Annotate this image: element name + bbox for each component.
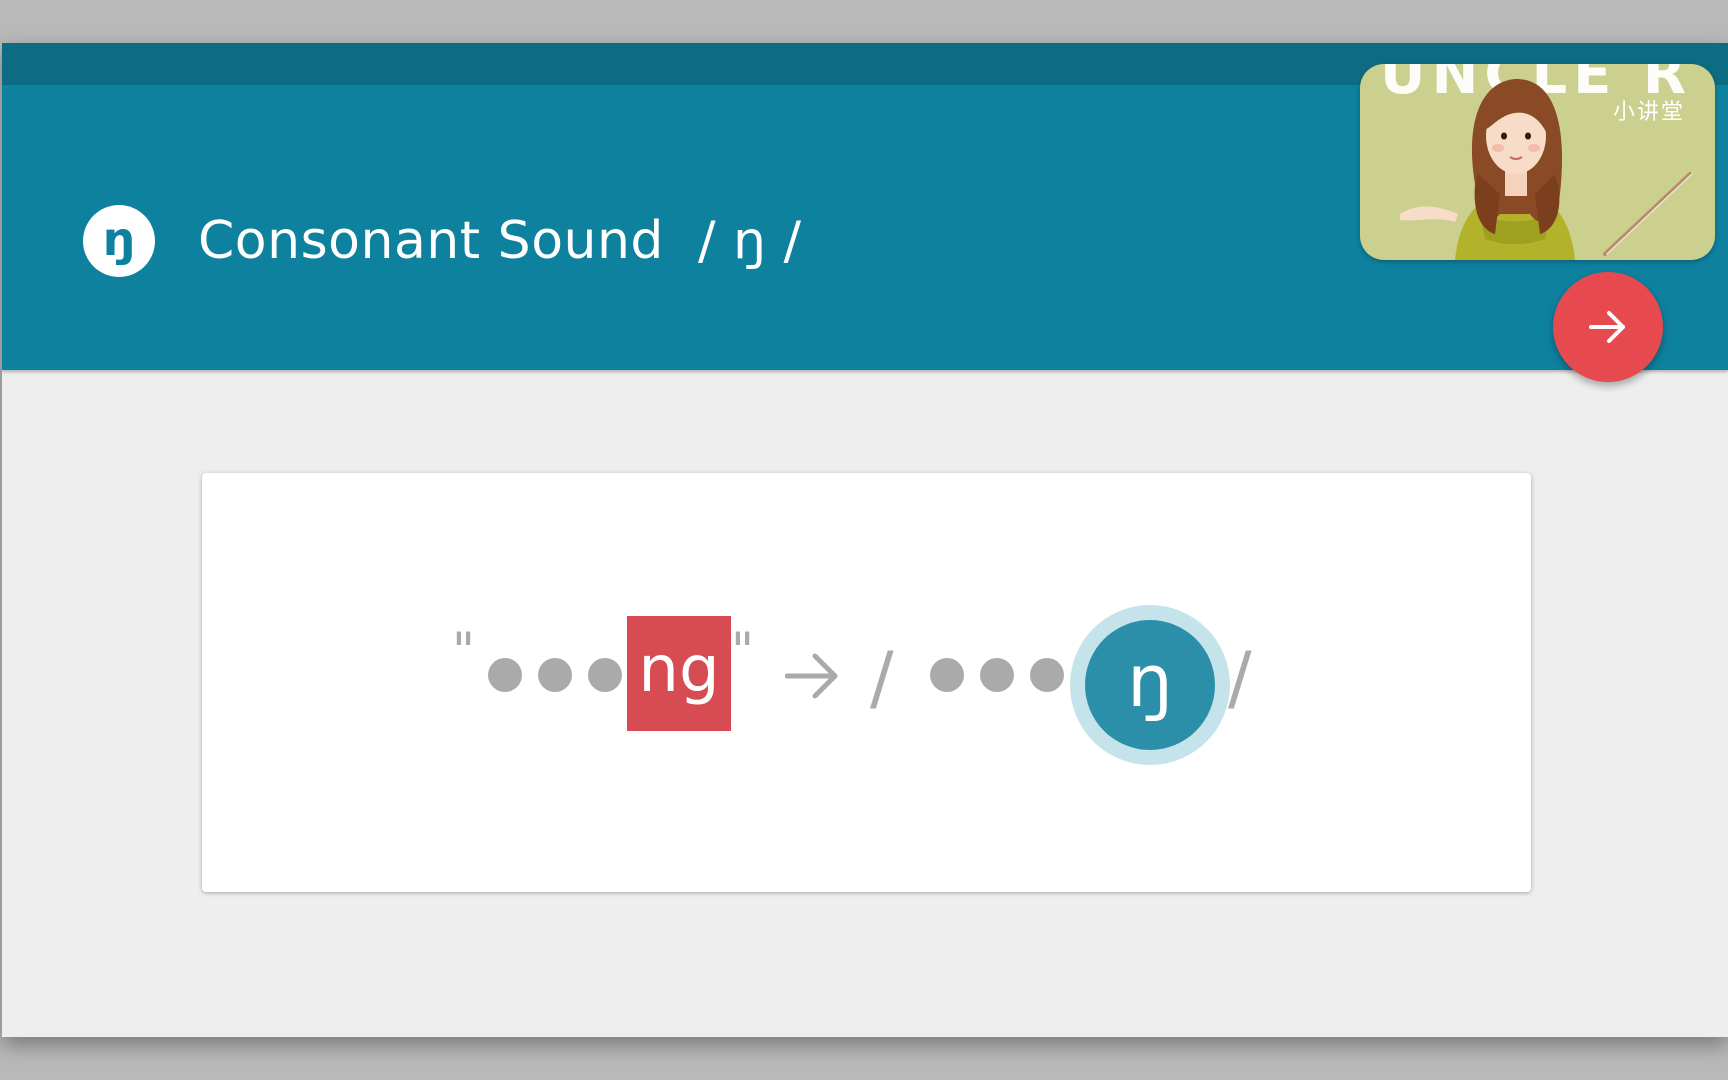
phoneme-logo-icon: ŋ (83, 205, 155, 277)
open-quote: " (452, 622, 475, 680)
app-window: ŋ Consonant Sound / ŋ / UNCLE R 小讲堂 (2, 43, 1728, 1037)
placeholder-dot (930, 658, 964, 692)
slash-open: / (870, 637, 894, 719)
highlighted-spelling: ng (627, 616, 731, 731)
placeholder-dot (488, 658, 522, 692)
lesson-card: " ng " / ŋ / (202, 473, 1531, 892)
teacher-video-overlay: UNCLE R 小讲堂 (1360, 64, 1715, 260)
placeholder-dot (588, 658, 622, 692)
slash-close: / (1228, 637, 1252, 719)
teacher-illustration (1400, 78, 1693, 260)
phoneme-highlight: ŋ (1070, 605, 1230, 765)
spelling-to-sound-row: " ng " / ŋ / (202, 473, 1531, 892)
page-title: Consonant Sound / ŋ / (198, 211, 802, 271)
placeholder-dot (980, 658, 1014, 692)
arrow-right-icon (1589, 311, 1625, 343)
next-button[interactable] (1553, 272, 1663, 382)
arrow-right-icon (785, 653, 838, 699)
placeholder-dot (1030, 658, 1064, 692)
close-quote: " (731, 622, 754, 680)
phoneme-symbol: ŋ (1085, 620, 1215, 750)
placeholder-dot (538, 658, 572, 692)
